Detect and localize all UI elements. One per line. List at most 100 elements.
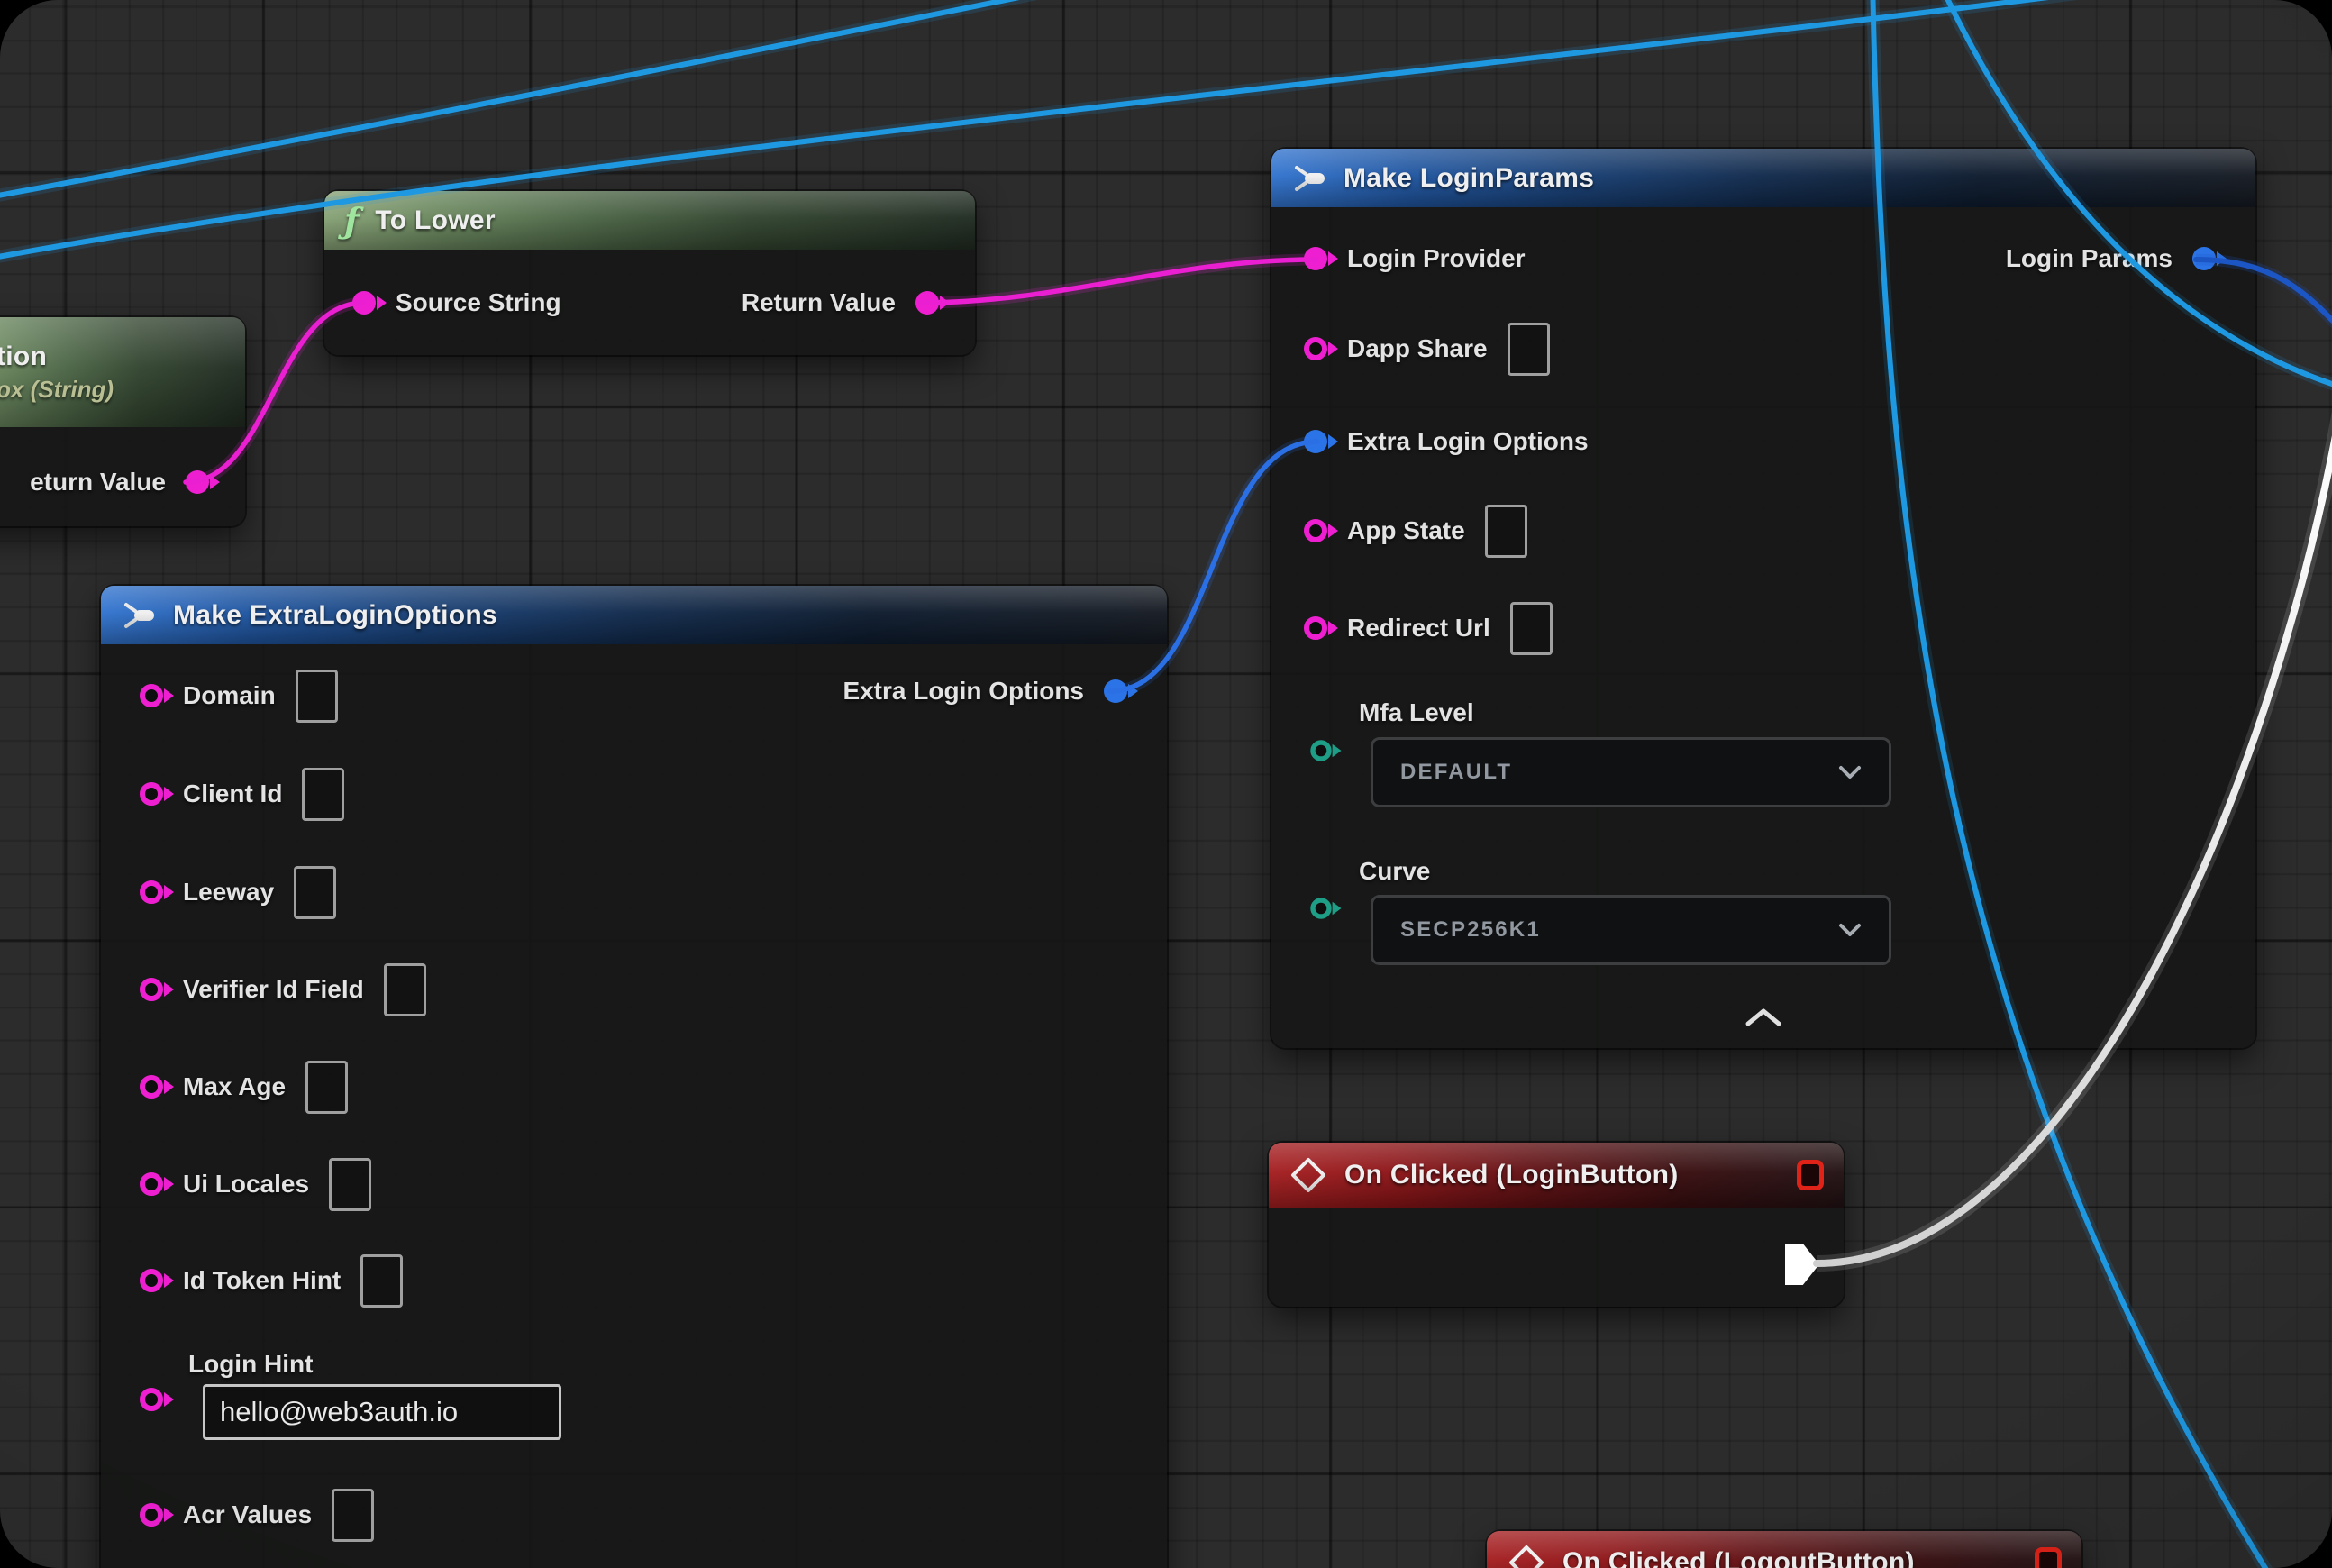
domain-input[interactable] — [296, 670, 338, 723]
app-state-pin[interactable] — [1304, 519, 1327, 542]
verifier-id-field-pin[interactable] — [140, 978, 163, 1001]
id-token-hint-input[interactable] — [360, 1254, 403, 1308]
wire-cyan-1 — [0, 0, 1117, 200]
pin-label: Leeway — [183, 878, 274, 907]
node-make-extra-login-options[interactable]: Make ExtraLoginOptions Domain Extra Logi… — [101, 586, 1167, 1568]
pin-label: Extra Login Options — [1347, 427, 1589, 456]
curve-pin[interactable] — [1310, 898, 1331, 918]
node-title: To Lower — [375, 205, 496, 236]
make-struct-icon — [121, 600, 157, 631]
curve-value: SECP256K1 — [1400, 917, 1541, 943]
node-subtitle: ox (String) — [0, 376, 114, 404]
max-age-input[interactable] — [305, 1061, 348, 1114]
delegate-bound-icon — [1797, 1160, 1824, 1190]
acr-values-row: Acr Values — [140, 1489, 374, 1541]
client-id-row: Client Id — [140, 768, 344, 820]
login-hint-pin[interactable] — [140, 1388, 163, 1411]
pin-label: Max Age — [183, 1072, 286, 1101]
mfa-level-pin[interactable] — [1310, 740, 1331, 761]
collapse-node-button[interactable] — [1743, 1007, 1784, 1033]
leeway-pin[interactable] — [140, 880, 163, 904]
domain-row: Domain — [140, 670, 338, 722]
login-params-pin[interactable] — [2192, 247, 2216, 270]
event-diamond-icon — [1289, 1155, 1328, 1195]
max-age-row: Max Age — [140, 1061, 348, 1113]
chevron-down-icon — [1838, 765, 1862, 779]
curve-dropdown[interactable]: SECP256K1 — [1371, 895, 1891, 965]
extra-login-options-row: Extra Login Options — [1304, 415, 1589, 468]
dapp-share-row: Dapp Share — [1304, 323, 1550, 375]
ui-locales-input[interactable] — [329, 1158, 371, 1211]
node-make-login-params[interactable]: Make LoginParams Login Provider Login Pa… — [1271, 149, 2255, 1048]
pin-label: Login Provider — [1347, 244, 1526, 273]
pin-label: Login Params — [2006, 244, 2173, 273]
client-id-input[interactable] — [302, 768, 344, 821]
node-header[interactable]: tion ox (String) — [0, 317, 245, 427]
pin-label: Source String — [396, 288, 561, 317]
app-state-row: App State — [1304, 505, 1527, 557]
mfa-level-dropdown[interactable]: DEFAULT — [1371, 737, 1891, 807]
wire-pink-2-glow — [920, 260, 1316, 303]
node-get-text-partial[interactable]: tion ox (String) eturn Value — [0, 317, 245, 526]
node-header[interactable]: Make LoginParams — [1271, 149, 2255, 207]
node-to-lower[interactable]: ƒ To Lower Source String Return Value — [324, 191, 975, 355]
node-title: tion — [0, 342, 47, 372]
leeway-input[interactable] — [294, 866, 336, 919]
chevron-up-icon — [1743, 1007, 1784, 1028]
node-header[interactable]: On Clicked (LoginButton) — [1269, 1143, 1844, 1208]
client-id-pin[interactable] — [140, 782, 163, 806]
redirect-url-row: Redirect Url — [1304, 602, 1553, 654]
blueprint-canvas[interactable]: tion ox (String) eturn Value ƒ To Lower … — [0, 0, 2332, 1568]
extra-login-options-pin[interactable] — [1104, 679, 1127, 703]
acr-values-input[interactable] — [332, 1489, 374, 1542]
function-icon: ƒ — [344, 204, 359, 238]
exec-output-pin[interactable] — [1785, 1244, 1819, 1285]
dapp-share-input[interactable] — [1508, 323, 1550, 376]
ui-locales-pin[interactable] — [140, 1172, 163, 1196]
domain-pin[interactable] — [140, 684, 163, 707]
login-hint-input[interactable]: hello@web3auth.io — [203, 1384, 561, 1440]
node-header[interactable]: Make ExtraLoginOptions — [101, 586, 1167, 644]
id-token-hint-pin[interactable] — [140, 1269, 163, 1292]
login-provider-pin[interactable] — [1304, 247, 1327, 270]
return-value-pin[interactable] — [915, 291, 939, 315]
node-title: Make LoginParams — [1344, 163, 1594, 194]
make-struct-icon — [1291, 163, 1327, 194]
source-string-pin[interactable] — [352, 291, 376, 315]
redirect-url-pin[interactable] — [1304, 616, 1327, 640]
pin-label: Acr Values — [183, 1500, 312, 1529]
pin-label: Dapp Share — [1347, 334, 1488, 363]
delegate-bound-icon — [2035, 1547, 2062, 1568]
return-value-row: Return Value — [742, 277, 939, 329]
dapp-share-pin[interactable] — [1304, 337, 1327, 360]
login-provider-row: Login Provider — [1304, 232, 1526, 285]
pin-label: Verifier Id Field — [183, 975, 364, 1004]
node-on-clicked-login-button[interactable]: On Clicked (LoginButton) — [1269, 1143, 1844, 1307]
pin-label: Domain — [183, 681, 276, 710]
node-title: Make ExtraLoginOptions — [173, 600, 497, 631]
curve-label: Curve — [1359, 857, 1430, 886]
login-params-out-row: Login Params — [2006, 232, 2216, 285]
acr-values-pin[interactable] — [140, 1503, 163, 1527]
app-state-input[interactable] — [1485, 505, 1527, 558]
wire-pink-2 — [920, 260, 1316, 303]
pin-label: App State — [1347, 516, 1465, 545]
chevron-down-icon — [1838, 923, 1862, 937]
source-string-row: Source String — [352, 277, 561, 329]
mfa-level-label: Mfa Level — [1359, 698, 1474, 727]
event-diamond-icon — [1507, 1543, 1546, 1568]
return-value-pin[interactable] — [186, 470, 209, 494]
extra-login-options-out-row: Extra Login Options — [843, 665, 1127, 717]
max-age-pin[interactable] — [140, 1075, 163, 1099]
node-title: On Clicked (LogoutButton) — [1562, 1547, 1915, 1568]
redirect-url-input[interactable] — [1510, 602, 1553, 655]
login-hint-label: Login Hint — [188, 1350, 313, 1379]
pin-label: eturn Value — [30, 468, 166, 497]
return-value-row: eturn Value — [30, 456, 209, 508]
extra-login-options-pin[interactable] — [1304, 430, 1327, 453]
pin-label: Redirect Url — [1347, 614, 1490, 643]
node-on-clicked-logout-button[interactable]: On Clicked (LogoutButton) — [1487, 1531, 2081, 1568]
node-header[interactable]: ƒ To Lower — [324, 191, 975, 250]
node-header[interactable]: On Clicked (LogoutButton) — [1487, 1531, 2081, 1568]
verifier-id-field-input[interactable] — [384, 963, 426, 1016]
